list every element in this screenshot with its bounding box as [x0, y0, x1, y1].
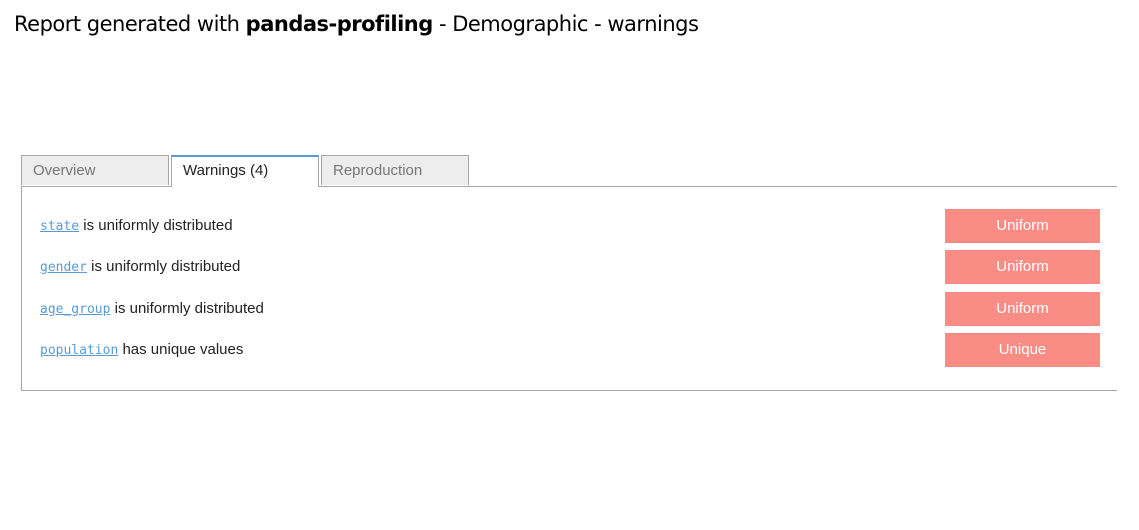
title-suffix: - Demographic - warnings [432, 12, 699, 36]
warning-message: has unique values [118, 341, 244, 358]
warning-message: is uniformly distributed [110, 300, 264, 317]
variable-link-state[interactable]: state [40, 219, 79, 234]
warning-row-state: state is uniformly distributed Uniform [40, 209, 1100, 243]
title-brand: pandas-profiling [245, 12, 434, 36]
tab-bar: Overview Warnings (4) Reproduction [21, 155, 471, 187]
warning-text: gender is uniformly distributed [40, 258, 240, 275]
warning-text: age_group is uniformly distributed [40, 300, 264, 317]
title-prefix: Report generated with [14, 12, 246, 36]
warning-badge-uniform: Uniform [945, 209, 1100, 243]
warning-text: population has unique values [40, 341, 243, 358]
tab-warnings[interactable]: Warnings (4) [171, 155, 319, 187]
tab-overview[interactable]: Overview [21, 155, 169, 185]
warning-row-age-group: age_group is uniformly distributed Unifo… [40, 292, 1100, 326]
warnings-panel: state is uniformly distributed Uniform g… [21, 186, 1117, 391]
tab-reproduction[interactable]: Reproduction [321, 155, 469, 185]
warning-message: is uniformly distributed [86, 258, 241, 275]
warning-row-population: population has unique values Unique [40, 333, 1100, 367]
warning-badge-uniform: Uniform [945, 292, 1100, 326]
warning-text: state is uniformly distributed [40, 217, 233, 234]
page-title: Report generated with pandas-profiling -… [14, 12, 699, 36]
variable-link-gender[interactable]: gender [40, 260, 87, 275]
warning-badge-uniform: Uniform [945, 250, 1100, 284]
warning-row-gender: gender is uniformly distributed Uniform [40, 250, 1100, 284]
warning-badge-unique: Unique [945, 333, 1100, 367]
warning-message: is uniformly distributed [79, 217, 233, 234]
variable-link-population[interactable]: population [40, 343, 118, 358]
variable-link-age-group[interactable]: age_group [40, 302, 110, 317]
